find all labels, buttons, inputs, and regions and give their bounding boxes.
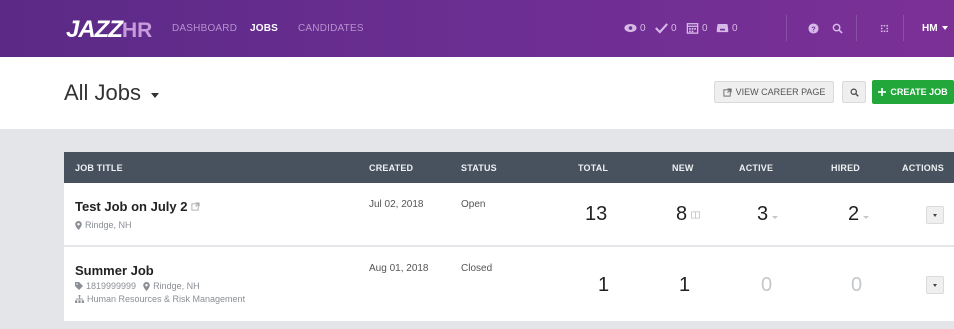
search-icon [850, 88, 859, 97]
calendar-count: 0 [702, 22, 708, 34]
job-search-button[interactable] [842, 81, 866, 103]
chevron-down-icon[interactable] [863, 216, 869, 219]
col-actions: ACTIONS [902, 163, 944, 173]
active-count: 0 [761, 274, 773, 296]
job-title-text: Test Job on July 2 [75, 199, 188, 214]
map-marker-icon [143, 281, 150, 291]
chevron-down-icon [933, 283, 937, 287]
chevron-down-icon [942, 26, 949, 31]
col-hired[interactable]: HIRED [831, 163, 860, 173]
col-active[interactable]: ACTIVE [739, 163, 773, 173]
col-job-title[interactable]: JOB TITLE [75, 163, 123, 173]
nav-candidates[interactable]: CANDIDATES [298, 23, 364, 34]
nav-dashboard[interactable]: DASHBOARD [172, 23, 237, 34]
location-text: Rindge, NH [85, 220, 132, 230]
review-icon[interactable] [691, 211, 700, 219]
total-count[interactable]: 13 [585, 203, 607, 226]
page-title[interactable]: All Jobs [64, 80, 141, 106]
col-created[interactable]: CREATED [369, 163, 413, 173]
svg-text:?: ? [811, 24, 816, 33]
chevron-down-icon[interactable] [772, 216, 778, 219]
nav-approvals[interactable]: 0 [655, 19, 677, 37]
inbox-icon [716, 23, 729, 33]
job-location: Rindge, NH [75, 220, 132, 230]
created-date: Jul 02, 2018 [369, 199, 424, 210]
nav-messages[interactable]: 0 [716, 19, 738, 37]
hired-count[interactable]: 2 [848, 203, 859, 226]
help-button[interactable]: ? [808, 19, 819, 37]
status-text: Closed [461, 263, 493, 274]
job-code-text: 1819999999 [86, 281, 137, 291]
check-icon [655, 23, 668, 34]
create-job-button[interactable]: CREATE JOB [872, 80, 954, 104]
job-title-link[interactable]: Summer Job [75, 263, 154, 278]
department-text: Human Resources & Risk Management [87, 294, 246, 304]
new-count[interactable]: 8 [676, 203, 687, 226]
total-count[interactable]: 1 [598, 274, 609, 297]
user-menu[interactable]: HM [922, 23, 949, 34]
jazzhr-logo[interactable]: JAZZHR [66, 16, 152, 44]
col-total[interactable]: TOTAL [578, 163, 608, 173]
top-navbar: JAZZHR DASHBOARD JOBS CANDIDATES 0 0 0 0… [0, 0, 954, 57]
views-count: 0 [640, 22, 646, 34]
search-icon [832, 23, 843, 34]
approvals-count: 0 [671, 22, 677, 34]
nav-divider [856, 15, 857, 41]
external-link-icon [723, 87, 732, 97]
created-date: Aug 01, 2018 [369, 263, 429, 274]
status-text: Open [461, 199, 486, 210]
active-count[interactable]: 3 [757, 203, 768, 226]
map-marker-icon [75, 220, 82, 230]
job-title-link[interactable]: Test Job on July 2 [75, 199, 201, 214]
col-status[interactable]: STATUS [461, 163, 497, 173]
apps-grid-icon [880, 24, 889, 32]
actions-dropdown-button[interactable] [926, 206, 944, 224]
help-icon: ? [808, 22, 819, 34]
view-career-page-label: VIEW CAREER PAGE [735, 87, 826, 97]
table-row[interactable]: Summer Job 1819999999 Rindge, NH Human R… [64, 247, 954, 322]
actions-dropdown-button[interactable] [926, 276, 944, 294]
external-link-icon[interactable] [191, 202, 201, 211]
col-new[interactable]: NEW [672, 163, 694, 173]
calendar-icon [686, 23, 699, 34]
job-code-location: 1819999999 Rindge, NH [75, 281, 200, 291]
plus-icon [878, 88, 887, 96]
apps-button[interactable] [879, 19, 890, 37]
table-header: JOB TITLE CREATED STATUS TOTAL NEW ACTIV… [64, 152, 954, 183]
user-initials: HM [922, 23, 938, 34]
tag-icon [75, 282, 83, 290]
logo-suffix: HR [122, 19, 153, 42]
eye-icon [624, 23, 637, 33]
nav-divider [786, 15, 787, 41]
nav-jobs[interactable]: JOBS [250, 23, 278, 34]
table-row[interactable]: Test Job on July 2 Rindge, NH Jul 02, 20… [64, 183, 954, 246]
new-count[interactable]: 1 [679, 274, 690, 297]
nav-divider [903, 15, 904, 41]
messages-count: 0 [732, 22, 738, 34]
job-title-text: Summer Job [75, 263, 154, 278]
create-job-label: CREATE JOB [890, 87, 948, 97]
job-department: Human Resources & Risk Management [75, 294, 245, 304]
location-text: Rindge, NH [153, 281, 200, 291]
nav-views[interactable]: 0 [624, 19, 646, 37]
sitemap-icon [75, 295, 84, 303]
hired-count: 0 [851, 274, 863, 296]
chevron-down-icon [933, 213, 937, 217]
nav-search-button[interactable] [832, 19, 843, 37]
logo-text: JAZZ [66, 16, 123, 43]
title-dropdown-caret-icon[interactable] [151, 93, 159, 98]
view-career-page-button[interactable]: VIEW CAREER PAGE [714, 81, 834, 103]
nav-calendar[interactable]: 0 [686, 19, 708, 37]
